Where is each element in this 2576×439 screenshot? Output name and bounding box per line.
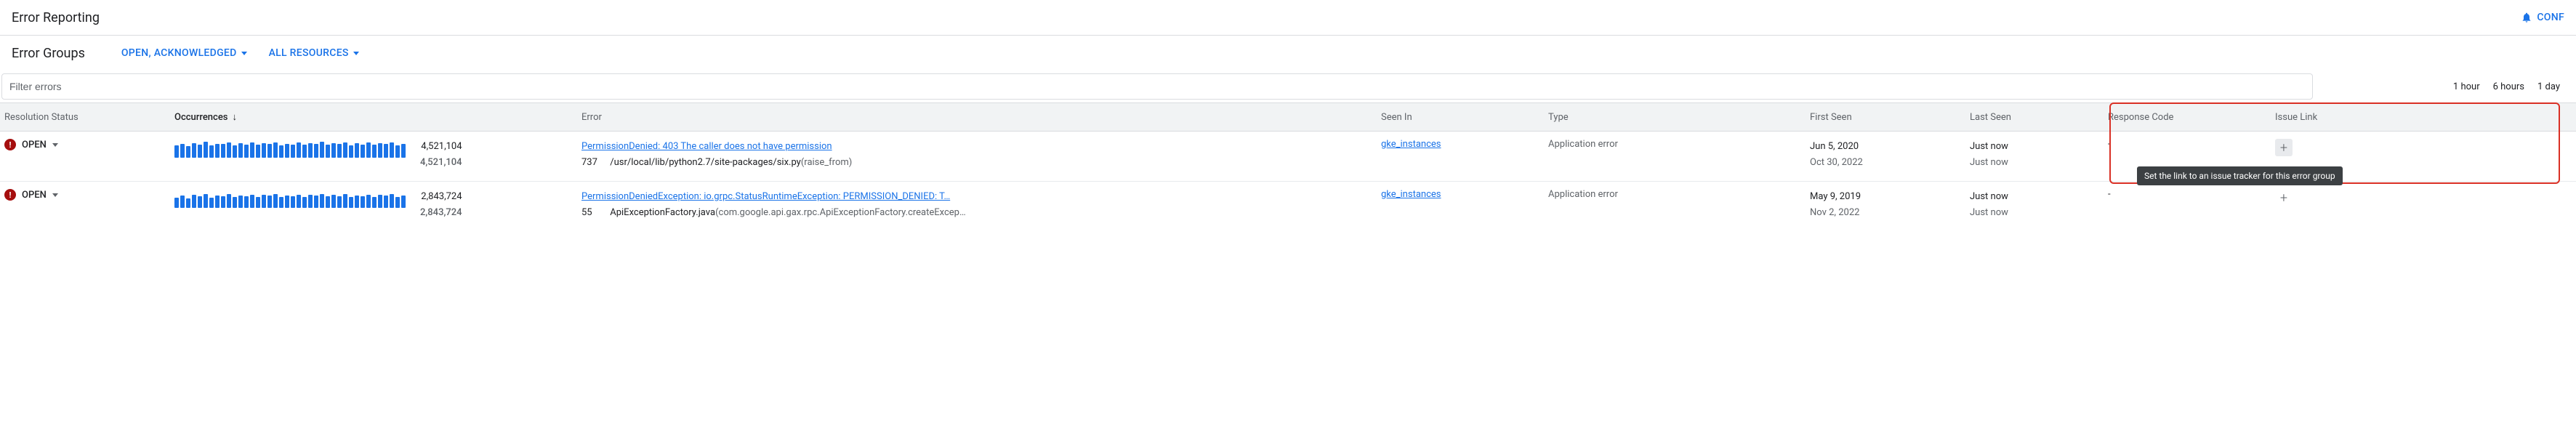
error-subtext: 737 /usr/local/lib/python2.7/site-packag… [581, 155, 1367, 171]
filter-bar: Error Groups OPEN, ACKNOWLEDGED ALL RESO… [0, 36, 2576, 71]
lastseen-secondary: Just now [1970, 155, 2108, 171]
seenin-cell: gke_instances [1381, 189, 1548, 200]
seenin-cell: gke_instances [1381, 139, 1548, 150]
status-dropdown[interactable]: ! OPEN [4, 139, 174, 150]
error-title-link[interactable]: PermissionDeniedException: io.grpc.Statu… [581, 191, 950, 202]
status-dropdown[interactable]: ! OPEN [4, 189, 174, 201]
col-header-status[interactable]: Resolution Status [0, 112, 174, 123]
occurrences-histogram [174, 139, 406, 158]
bell-icon [2521, 12, 2532, 23]
occurrences-primary: 4,521,104 [420, 139, 462, 155]
error-line-count: 55 [581, 205, 608, 221]
lastseen-cell: Just now Just now [1970, 189, 2108, 221]
chevron-down-icon [52, 193, 58, 197]
issue-link-tooltip: Set the link to an issue tracker for thi… [2137, 166, 2343, 185]
page-header: Error Reporting CONF [0, 0, 2576, 35]
filter-errors-input[interactable] [1, 73, 2313, 100]
configure-button[interactable]: CONF [2521, 12, 2564, 23]
section-title: Error Groups [12, 46, 85, 61]
error-icon: ! [4, 189, 16, 201]
add-issue-link-button[interactable]: + [2275, 189, 2293, 206]
responsecode-cell: - [2108, 189, 2275, 200]
error-title-link[interactable]: PermissionDenied: 403 The caller does no… [581, 141, 832, 152]
error-subtext: 55 ApiExceptionFactory.java(com.google.a… [581, 205, 1367, 221]
chevron-down-icon [52, 143, 58, 147]
error-groups-table: Resolution Status Occurrences ↓ Error Se… [0, 102, 2576, 230]
col-header-issuelink[interactable]: Issue Link [2275, 112, 2493, 123]
col-header-responsecode[interactable]: Response Code [2108, 112, 2275, 123]
firstseen-cell: May 9, 2019 Nov 2, 2022 [1810, 189, 1970, 221]
status-filter-label: OPEN, ACKNOWLEDGED [121, 47, 237, 59]
col-header-error[interactable]: Error [581, 112, 1381, 123]
chevron-down-icon [241, 52, 247, 55]
table-row: ! OPEN 2,843,724 2,843,724 PermissionDen… [0, 181, 2576, 230]
col-header-lastseen[interactable]: Last Seen [1970, 112, 2108, 123]
firstseen-primary: May 9, 2019 [1810, 189, 1970, 205]
firstseen-secondary: Nov 2, 2022 [1810, 205, 1970, 221]
status-label: OPEN [22, 140, 47, 150]
error-path: ApiExceptionFactory.java [610, 207, 715, 218]
occurrences-secondary: 4,521,104 [420, 155, 462, 171]
occurrences-histogram [174, 189, 406, 208]
error-path: /usr/local/lib/python2.7/site-packages/s… [610, 157, 801, 168]
lastseen-cell: Just now Just now [1970, 139, 2108, 171]
firstseen-cell: Jun 5, 2020 Oct 30, 2022 [1810, 139, 1970, 171]
seenin-link[interactable]: gke_instances [1381, 139, 1441, 150]
status-cell: ! OPEN [0, 139, 174, 150]
error-cell: PermissionDenied: 403 The caller does no… [581, 139, 1381, 171]
search-row: 1 hour 6 hours 1 day [0, 71, 2576, 102]
error-icon: ! [4, 139, 16, 150]
time-range-1day[interactable]: 1 day [2537, 81, 2560, 92]
issuelink-cell: + [2275, 189, 2493, 206]
sort-descending-icon: ↓ [232, 111, 237, 123]
col-header-occurrences-label: Occurrences [174, 112, 228, 123]
firstseen-secondary: Oct 30, 2022 [1810, 155, 1970, 171]
error-line-count: 737 [581, 155, 608, 171]
lastseen-secondary: Just now [1970, 205, 2108, 221]
add-issue-link-button[interactable]: + [2275, 139, 2293, 156]
chevron-down-icon [353, 52, 359, 55]
seenin-link[interactable]: gke_instances [1381, 189, 1441, 200]
status-label: OPEN [22, 190, 47, 201]
error-func: (com.google.api.gax.rpc.ApiExceptionFact… [715, 207, 966, 218]
time-range-filters: 1 hour 6 hours 1 day [2453, 81, 2564, 92]
responsecode-cell: - [2108, 139, 2275, 150]
page-title: Error Reporting [12, 10, 100, 25]
error-cell: PermissionDeniedException: io.grpc.Statu… [581, 189, 1381, 221]
error-func: (raise_from) [801, 157, 852, 168]
col-header-type[interactable]: Type [1548, 112, 1810, 123]
resource-filter-label: ALL RESOURCES [269, 47, 349, 59]
lastseen-primary: Just now [1970, 139, 2108, 155]
time-range-6hours[interactable]: 6 hours [2493, 81, 2524, 92]
occurrences-counts: 2,843,724 2,843,724 [420, 189, 462, 221]
occurrences-primary: 2,843,724 [420, 189, 462, 205]
configure-label: CONF [2537, 12, 2564, 23]
occurrences-cell: 2,843,724 2,843,724 [174, 189, 581, 221]
time-range-1hour[interactable]: 1 hour [2453, 81, 2480, 92]
col-header-seenin[interactable]: Seen In [1381, 112, 1548, 123]
col-header-firstseen[interactable]: First Seen [1810, 112, 1970, 123]
lastseen-primary: Just now [1970, 189, 2108, 205]
type-cell: Application error [1548, 189, 1810, 200]
firstseen-primary: Jun 5, 2020 [1810, 139, 1970, 155]
status-filter-dropdown[interactable]: OPEN, ACKNOWLEDGED [121, 47, 247, 59]
col-header-occurrences[interactable]: Occurrences ↓ [174, 111, 581, 123]
occurrences-cell: 4,521,104 4,521,104 [174, 139, 581, 171]
status-cell: ! OPEN [0, 189, 174, 201]
resource-filter-dropdown[interactable]: ALL RESOURCES [269, 47, 359, 59]
table-header: Resolution Status Occurrences ↓ Error Se… [0, 102, 2576, 132]
occurrences-counts: 4,521,104 4,521,104 [420, 139, 462, 171]
type-cell: Application error [1548, 139, 1810, 150]
issuelink-cell: + [2275, 139, 2493, 156]
occurrences-secondary: 2,843,724 [420, 205, 462, 221]
